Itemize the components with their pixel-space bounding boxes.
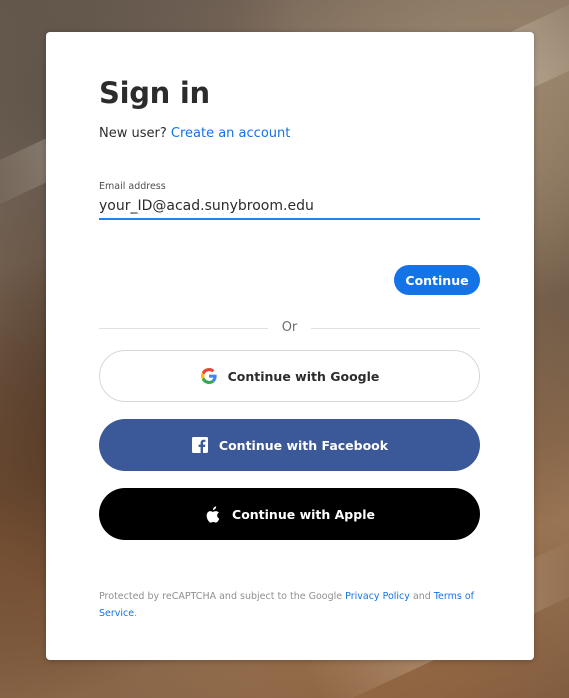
continue-with-facebook-button[interactable]: Continue with Facebook <box>99 419 480 471</box>
continue-button[interactable]: Continue <box>394 265 480 295</box>
divider-line <box>311 328 480 329</box>
facebook-f-icon <box>191 436 209 454</box>
recaptcha-conjunction: and <box>412 591 431 602</box>
recaptcha-text: Protected by reCAPTCHA and subject to th… <box>99 591 343 602</box>
or-divider: Or <box>99 320 480 336</box>
sign-in-card: Sign in New user? Create an account Emai… <box>46 32 534 660</box>
continue-with-google-button[interactable]: Continue with Google <box>99 350 480 402</box>
recaptcha-notice: Protected by reCAPTCHA and subject to th… <box>99 588 480 622</box>
email-input[interactable] <box>99 194 480 220</box>
page-title: Sign in <box>99 76 210 110</box>
new-user-text: New user? <box>99 126 167 141</box>
create-account-link[interactable]: Create an account <box>171 126 290 141</box>
privacy-policy-link[interactable]: Privacy Policy <box>345 591 410 602</box>
apple-logo-icon <box>204 505 222 523</box>
facebook-button-label: Continue with Facebook <box>218 437 389 453</box>
email-label: Email address <box>99 181 166 192</box>
google-g-icon <box>200 367 218 385</box>
signup-prompt: New user? Create an account <box>99 126 290 141</box>
google-button-label: Continue with Google <box>227 368 380 384</box>
recaptcha-period: . <box>134 608 138 619</box>
continue-with-apple-button[interactable]: Continue with Apple <box>99 488 480 540</box>
apple-button-label: Continue with Apple <box>232 506 375 522</box>
